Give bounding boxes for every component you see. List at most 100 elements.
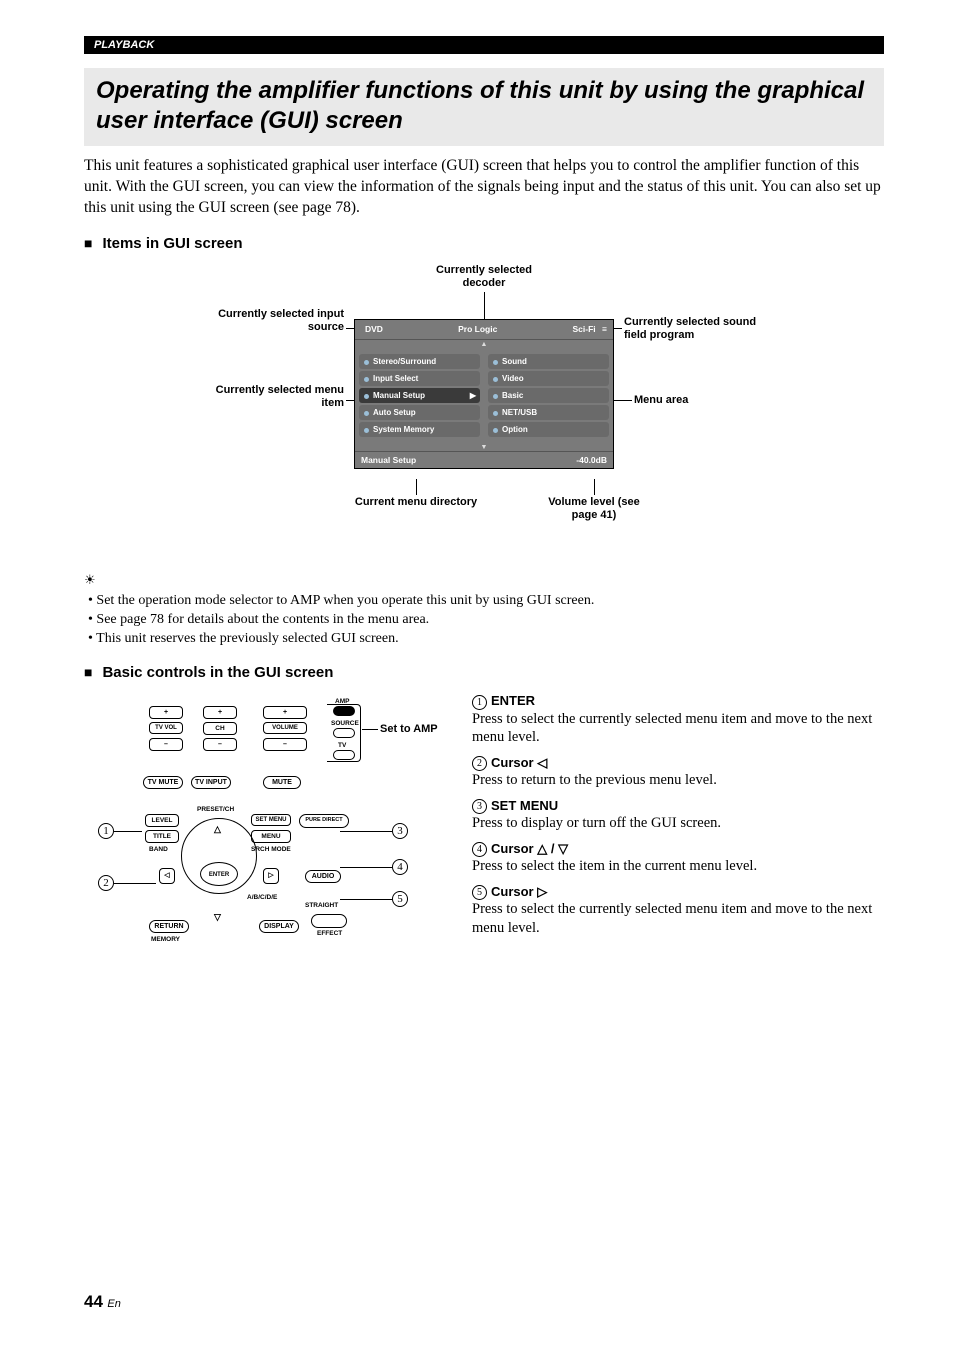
intro-paragraph: This unit features a sophisticated graph… [84,156,884,219]
btn-audio: AUDIO [305,870,341,883]
control-4-heading: Cursor △ / ▽ [491,841,568,856]
section-header-bar: PLAYBACK [84,36,884,54]
lower-columns: 1 2 3 4 5 Set to AMP AMP SOURCE TV + + +… [84,693,884,947]
ann-program: Currently selected sound field program [624,316,774,342]
label-presetch: PRESET/CH [197,806,234,813]
ann-input: Currently selected input source [194,308,344,334]
btn-ch-minus: – [203,738,237,751]
gui-source: DVD [361,322,387,336]
btn-volume-plus: + [263,706,307,719]
dpad-right-icon: ▷ [263,868,279,884]
title-band: Operating the amplifier functions of thi… [84,68,884,146]
gui-item: Input Select [359,371,480,386]
label-abcde: A/B/C/D/E [247,894,277,901]
ann-decoder: Currently selected decoder [424,264,544,290]
btn-setmenu: SET MENU [251,814,291,826]
label-straight: STRAIGHT [305,902,338,909]
remote-control: AMP SOURCE TV + + + TV VOL CH VOLUME – –… [134,697,364,947]
callout-3: 3 [392,823,408,839]
control-2-text: Press to return to the previous menu lev… [472,771,884,790]
callout-1: 1 [98,823,114,839]
hint-item: Set the operation mode selector to AMP w… [88,592,884,611]
btn-menu: MENU [251,830,291,843]
dpad-down-icon: ▽ [214,912,221,923]
gui-decoder: Pro Logic [458,324,497,334]
hints-list: Set the operation mode selector to AMP w… [84,592,884,649]
gui-item: Basic [488,388,609,403]
label-srchmode: SRCH MODE [251,846,291,853]
remote-diagram-column: 1 2 3 4 5 Set to AMP AMP SOURCE TV + + +… [84,693,444,947]
gui-dir: Manual Setup [361,455,416,465]
gui-right-col: Sound Video Basic NET/USB Option [484,348,613,443]
down-triangle-icon: ▼ [355,443,613,451]
gui-left-col: Stereo/Surround Input Select Manual Setu… [355,348,484,443]
ann-set-to-amp: Set to AMP [380,723,438,735]
num-1: 1 [472,695,487,710]
heading-gui-items: Items in GUI screen [84,235,884,252]
page-title: Operating the amplifier functions of thi… [96,76,872,136]
btn-ch-plus: + [203,706,237,719]
gui-top-bar: DVD Pro Logic Sci-Fi ≡ [355,320,613,340]
btn-puredirect: PURE DIRECT [299,814,349,828]
label-band: BAND [149,846,168,853]
hint-icon: ☀ [84,572,884,588]
btn-effect [311,914,347,928]
heading-basic-controls: Basic controls in the GUI screen [84,664,884,681]
control-item-5: 5 Cursor ▷ Press to select the currently … [472,884,884,938]
control-item-2: 2 Cursor ◁ Press to return to the previou… [472,755,884,790]
page-footer: 44 En [84,1292,121,1312]
controls-descriptions: 1 ENTER Press to select the currently sel… [472,693,884,947]
selector-bracket [327,704,361,762]
btn-tvvol-plus: + [149,706,183,719]
gui-bottom-bar: Manual Setup -40.0dB [355,451,613,468]
gui-item: Option [488,422,609,437]
gui-diagram: Currently selected decoder Currently sel… [84,264,884,554]
label-memory: MEMORY [151,936,180,943]
gui-program: Sci-Fi ≡ [569,324,608,334]
page-number: 44 [84,1292,103,1311]
dpad-up-icon: △ [214,824,221,835]
gui-vol: -40.0dB [576,455,607,465]
control-1-heading: ENTER [491,693,535,708]
control-4-text: Press to select the item in the current … [472,857,884,876]
label-tvvol: TV VOL [149,722,183,734]
btn-display: DISPLAY [259,920,299,933]
btn-volume-minus: – [263,738,307,751]
gui-panel: DVD Pro Logic Sci-Fi ≡ ▲ Stereo/Surround… [354,319,614,469]
ann-item: Currently selected menu item [194,384,344,410]
gui-item: NET/USB [488,405,609,420]
num-2: 2 [472,756,487,771]
control-item-1: 1 ENTER Press to select the currently sel… [472,693,884,747]
control-item-4: 4 Cursor △ / ▽ Press to select the item i… [472,841,884,876]
gui-item: Sound [488,354,609,369]
control-1-text: Press to select the currently selected m… [472,710,884,748]
control-5-text: Press to select the currently selected m… [472,900,884,938]
ann-dir: Current menu directory [336,496,496,509]
btn-mute: MUTE [263,776,301,789]
num-5: 5 [472,885,487,900]
btn-tvvol-minus: – [149,738,183,751]
callout-5: 5 [392,891,408,907]
gui-item: Stereo/Surround [359,354,480,369]
pause-icon: ≡ [602,324,607,334]
btn-title: TITLE [145,830,179,843]
control-5-heading: Cursor ▷ [491,884,547,899]
num-4: 4 [472,842,487,857]
label-ch: CH [203,722,237,735]
page-suffix: En [107,1298,120,1310]
btn-return: RETURN [149,920,189,933]
gui-item: System Memory [359,422,480,437]
control-2-heading: Cursor ◁ [491,755,547,770]
label-effect: EFFECT [317,930,342,937]
right-arrow-icon: ▶ [470,391,476,400]
gui-menu-area: Stereo/Surround Input Select Manual Setu… [355,348,613,443]
num-3: 3 [472,799,487,814]
label-volume: VOLUME [263,722,307,734]
btn-tvmute: TV MUTE [143,776,183,789]
control-3-heading: SET MENU [491,798,558,813]
callout-4: 4 [392,859,408,875]
ann-vol: Volume level (see page 41) [534,496,654,522]
gui-item: Auto Setup [359,405,480,420]
hint-item: This unit reserves the previously select… [88,630,884,649]
hint-item: See page 78 for details about the conten… [88,611,884,630]
